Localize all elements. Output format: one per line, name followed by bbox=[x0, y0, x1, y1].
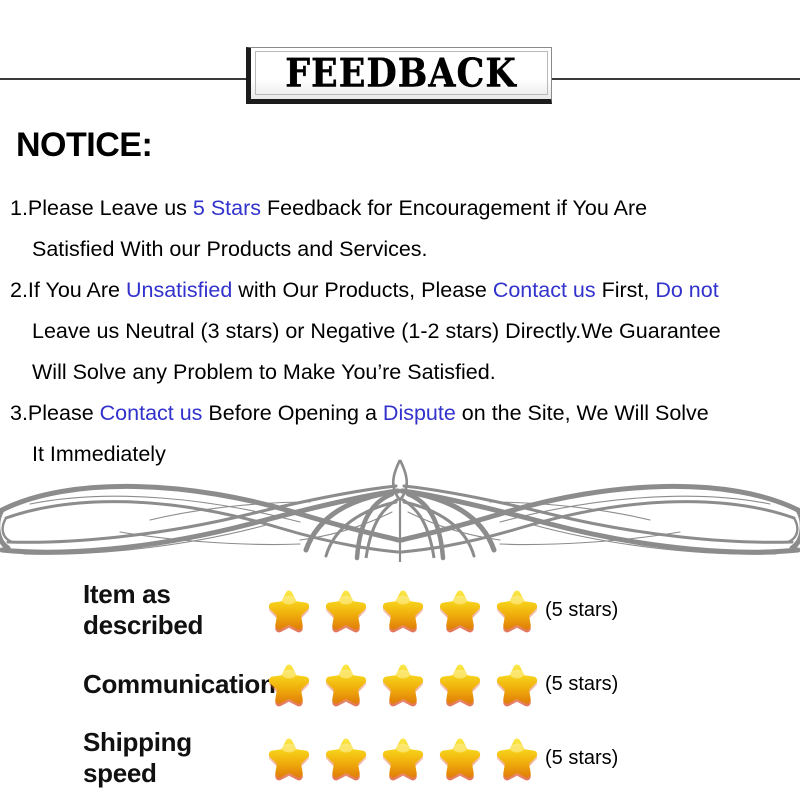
notice-text: 1.Please Leave us bbox=[10, 196, 193, 220]
rating-label: Shipping speed bbox=[83, 727, 192, 788]
banner-title: FEEDBACK bbox=[285, 50, 517, 97]
rating-row: Item as described (5 stars) bbox=[0, 573, 800, 647]
notice-line: 3.Please Contact us Before Opening a Dis… bbox=[10, 393, 800, 434]
star-icon bbox=[439, 664, 481, 707]
notice-text: 2.If You Are bbox=[10, 278, 126, 302]
star-icon bbox=[382, 664, 424, 707]
notice-line: 2.If You Are Unsatisfied with Our Produc… bbox=[10, 270, 800, 311]
header-rule-left bbox=[0, 78, 252, 80]
star-icon bbox=[496, 738, 538, 781]
notice-highlight-text: Do not bbox=[655, 278, 719, 302]
notice-text: Feedback for Encouragement if You Are bbox=[266, 196, 648, 220]
notice-text: Leave us Neutral (3 stars) or Negative (… bbox=[32, 319, 721, 343]
notice-line: 1.Please Leave us 5 Stars Feedback for E… bbox=[10, 188, 800, 229]
notice-line: Satisfied With our Products and Services… bbox=[10, 229, 800, 270]
notice-text: with Our Products, Please bbox=[232, 278, 493, 302]
star-icon bbox=[268, 590, 310, 633]
rating-row: Shipping speed (5 stars) bbox=[0, 721, 800, 795]
star-icon bbox=[496, 590, 538, 633]
notice-text: Satisfied With our Products and Services… bbox=[32, 237, 428, 261]
rating-count-label: (5 stars) bbox=[545, 746, 619, 769]
rating-count-label: (5 stars) bbox=[545, 598, 619, 621]
star-rating bbox=[265, 661, 541, 707]
notice-highlight-text: Unsatisfied bbox=[125, 278, 233, 302]
notice-text: Will Solve any Problem to Make You’re Sa… bbox=[32, 360, 496, 384]
decorative-flourish-divider bbox=[0, 458, 800, 562]
star-icon bbox=[439, 590, 481, 633]
notice-line: Leave us Neutral (3 stars) or Negative (… bbox=[10, 311, 800, 352]
star-icon bbox=[382, 738, 424, 781]
rating-label: Item as described bbox=[83, 579, 204, 640]
star-rating bbox=[265, 587, 541, 633]
notice-text: on the Site, We Will Solve bbox=[455, 401, 709, 425]
header-banner-area: FEEDBACK bbox=[0, 0, 800, 112]
notice-highlight-text: 5 Stars bbox=[192, 196, 267, 220]
notice-line: Will Solve any Problem to Make You’re Sa… bbox=[10, 352, 800, 393]
star-icon bbox=[325, 664, 367, 707]
star-icon bbox=[439, 738, 481, 781]
rating-count-label: (5 stars) bbox=[545, 672, 619, 695]
notice-highlight-text: Dispute bbox=[382, 401, 456, 425]
notice-text: First, bbox=[595, 278, 656, 302]
notice-text: 3.Please bbox=[10, 401, 100, 425]
rating-label: Communication bbox=[83, 668, 276, 699]
notice-highlight-text: Contact us bbox=[99, 401, 203, 425]
star-icon bbox=[325, 590, 367, 633]
star-rating bbox=[265, 735, 541, 781]
feedback-banner: FEEDBACK bbox=[246, 47, 552, 104]
star-icon bbox=[268, 738, 310, 781]
rating-row: Communication (5 stars) bbox=[0, 647, 800, 721]
ratings-section: Item as described (5 stars) Communication (… bbox=[0, 573, 800, 795]
star-icon bbox=[496, 664, 538, 707]
notice-text: Before Opening a bbox=[202, 401, 383, 425]
header-rule-right bbox=[548, 78, 800, 80]
notice-body: 1.Please Leave us 5 Stars Feedback for E… bbox=[10, 188, 800, 475]
notice-highlight-text: Contact us bbox=[492, 278, 596, 302]
star-icon bbox=[325, 738, 367, 781]
star-icon bbox=[382, 590, 424, 633]
notice-heading: NOTICE: bbox=[16, 126, 153, 164]
star-icon bbox=[268, 664, 310, 707]
